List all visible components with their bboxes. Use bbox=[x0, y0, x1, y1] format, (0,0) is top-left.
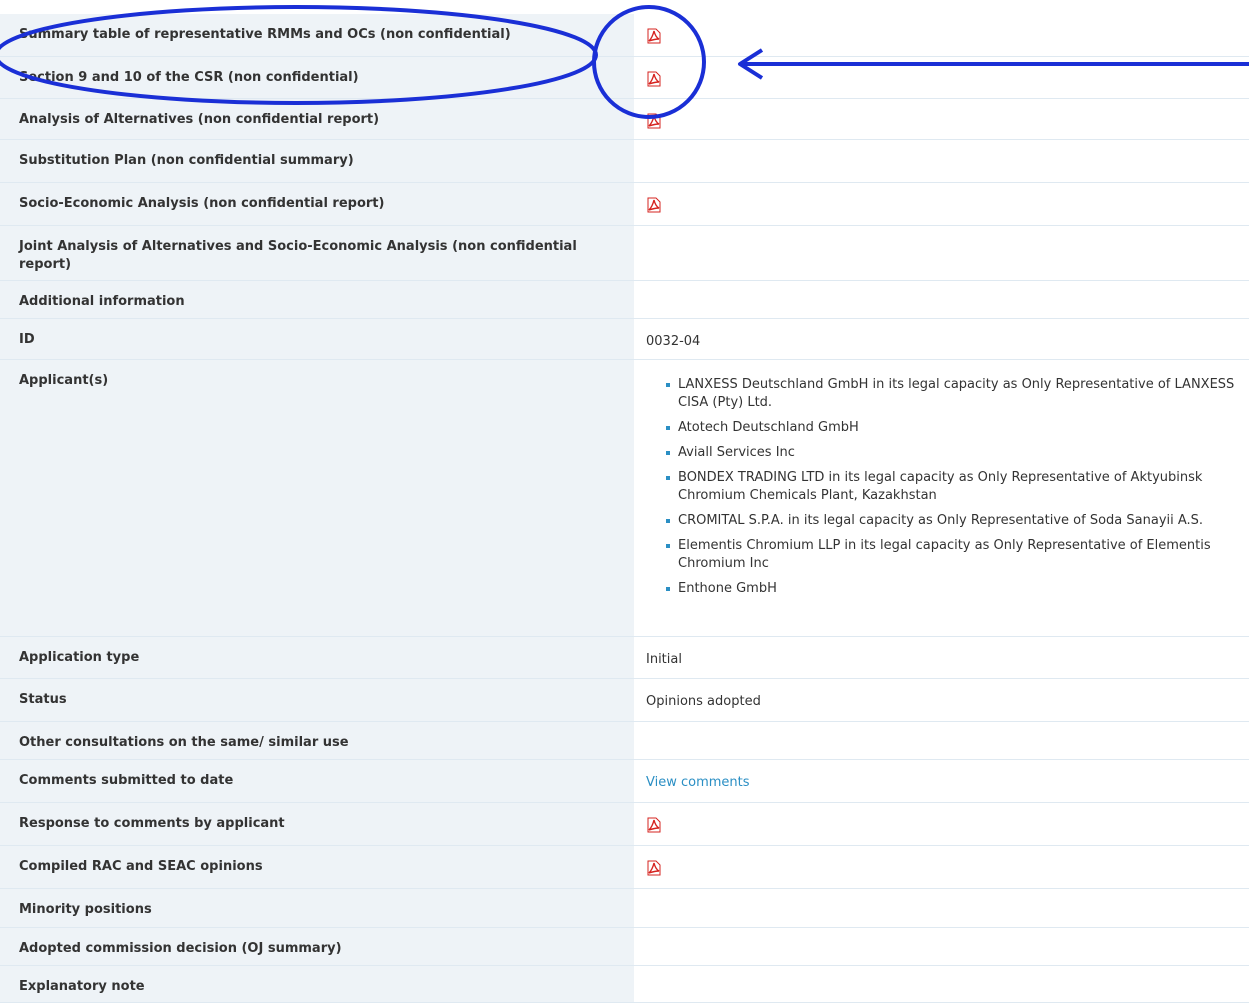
pdf-icon[interactable] bbox=[646, 71, 662, 87]
row-label: Joint Analysis of Alternatives and Socio… bbox=[0, 225, 634, 280]
row-value bbox=[634, 280, 1249, 318]
table-row: Joint Analysis of Alternatives and Socio… bbox=[0, 225, 1249, 280]
row-value-text: Initial bbox=[646, 651, 682, 667]
row-label: ID bbox=[0, 318, 634, 359]
row-value bbox=[634, 14, 1249, 56]
table-row: Additional information bbox=[0, 280, 1249, 318]
list-item: Enthone GmbH bbox=[666, 580, 1249, 598]
row-label: Adopted commission decision (OJ summary) bbox=[0, 927, 634, 965]
list-item: CROMITAL S.P.A. in its legal capacity as… bbox=[666, 512, 1249, 530]
row-value bbox=[634, 965, 1249, 1002]
applicants-list: LANXESS Deutschland GmbH in its legal ca… bbox=[646, 376, 1249, 598]
bullet-icon bbox=[666, 425, 670, 430]
table-row: Application type Initial bbox=[0, 636, 1249, 678]
pdf-icon[interactable] bbox=[646, 113, 662, 129]
row-value bbox=[634, 802, 1249, 845]
row-label: Summary table of representative RMMs and… bbox=[0, 14, 634, 56]
bullet-icon bbox=[666, 586, 670, 591]
row-label: Comments submitted to date bbox=[0, 759, 634, 802]
row-value bbox=[634, 888, 1249, 927]
row-value: LANXESS Deutschland GmbH in its legal ca… bbox=[634, 359, 1249, 636]
applicant-name: Enthone GmbH bbox=[678, 580, 777, 596]
applicant-name: Elementis Chromium LLP in its legal capa… bbox=[678, 537, 1211, 571]
pdf-icon[interactable] bbox=[646, 860, 662, 876]
applicant-name: LANXESS Deutschland GmbH in its legal ca… bbox=[678, 376, 1235, 410]
row-label: Minority positions bbox=[0, 888, 634, 927]
table-row: Socio-Economic Analysis (non confidentia… bbox=[0, 182, 1249, 225]
table-row: Minority positions bbox=[0, 888, 1249, 927]
table-row: Applicant(s) LANXESS Deutschland GmbH in … bbox=[0, 359, 1249, 636]
row-label: Substitution Plan (non confidential summ… bbox=[0, 139, 634, 182]
list-item: LANXESS Deutschland GmbH in its legal ca… bbox=[666, 376, 1249, 412]
row-label: Section 9 and 10 of the CSR (non confide… bbox=[0, 56, 634, 98]
row-value bbox=[634, 225, 1249, 280]
table-row: Other consultations on the same/ similar… bbox=[0, 721, 1249, 759]
bullet-icon bbox=[666, 475, 670, 480]
row-value bbox=[634, 845, 1249, 888]
applicant-name: BONDEX TRADING LTD in its legal capacity… bbox=[678, 469, 1203, 503]
pdf-icon[interactable] bbox=[646, 28, 662, 44]
row-value bbox=[634, 56, 1249, 98]
pdf-icon[interactable] bbox=[646, 817, 662, 833]
applicant-name: Atotech Deutschland GmbH bbox=[678, 419, 859, 435]
row-value bbox=[634, 721, 1249, 759]
row-value bbox=[634, 927, 1249, 965]
table-row: Adopted commission decision (OJ summary) bbox=[0, 927, 1249, 965]
bullet-icon bbox=[666, 450, 670, 455]
list-item: Elementis Chromium LLP in its legal capa… bbox=[666, 537, 1249, 573]
row-label: Socio-Economic Analysis (non confidentia… bbox=[0, 182, 634, 225]
bullet-icon bbox=[666, 518, 670, 523]
list-item: Aviall Services Inc bbox=[666, 444, 1249, 462]
row-value bbox=[634, 139, 1249, 182]
applicant-name: CROMITAL S.P.A. in its legal capacity as… bbox=[678, 512, 1204, 528]
table-row: Comments submitted to date View comments bbox=[0, 759, 1249, 802]
row-label: Analysis of Alternatives (non confidenti… bbox=[0, 98, 634, 139]
row-value bbox=[634, 182, 1249, 225]
row-value-text: Opinions adopted bbox=[646, 693, 761, 709]
table-row: Analysis of Alternatives (non confidenti… bbox=[0, 98, 1249, 139]
row-label: Explanatory note bbox=[0, 965, 634, 1002]
table-row: Summary table of representative RMMs and… bbox=[0, 14, 1249, 56]
bullet-icon bbox=[666, 382, 670, 387]
row-label: Applicant(s) bbox=[0, 359, 634, 636]
table-row: ID 0032-04 bbox=[0, 318, 1249, 359]
table-row: Status Opinions adopted bbox=[0, 678, 1249, 721]
table-row: Response to comments by applicant bbox=[0, 802, 1249, 845]
pdf-icon[interactable] bbox=[646, 197, 662, 213]
row-label: Application type bbox=[0, 636, 634, 678]
bullet-icon bbox=[666, 543, 670, 548]
list-item: Atotech Deutschland GmbH bbox=[666, 419, 1249, 437]
row-value: View comments bbox=[634, 759, 1249, 802]
row-value: Initial bbox=[634, 636, 1249, 678]
document-details-table: Summary table of representative RMMs and… bbox=[0, 14, 1249, 1003]
table-row: Section 9 and 10 of the CSR (non confide… bbox=[0, 56, 1249, 98]
table-row: Compiled RAC and SEAC opinions bbox=[0, 845, 1249, 888]
table-row: Substitution Plan (non confidential summ… bbox=[0, 139, 1249, 182]
row-label: Status bbox=[0, 678, 634, 721]
table-row: Explanatory note bbox=[0, 965, 1249, 1002]
view-comments-link[interactable]: View comments bbox=[646, 775, 750, 790]
row-value: Opinions adopted bbox=[634, 678, 1249, 721]
row-label: Additional information bbox=[0, 280, 634, 318]
row-value-text: 0032-04 bbox=[646, 333, 701, 349]
row-value bbox=[634, 98, 1249, 139]
list-item: BONDEX TRADING LTD in its legal capacity… bbox=[666, 469, 1249, 505]
row-label: Response to comments by applicant bbox=[0, 802, 634, 845]
row-label: Other consultations on the same/ similar… bbox=[0, 721, 634, 759]
row-label: Compiled RAC and SEAC opinions bbox=[0, 845, 634, 888]
applicant-name: Aviall Services Inc bbox=[678, 444, 795, 460]
row-value: 0032-04 bbox=[634, 318, 1249, 359]
